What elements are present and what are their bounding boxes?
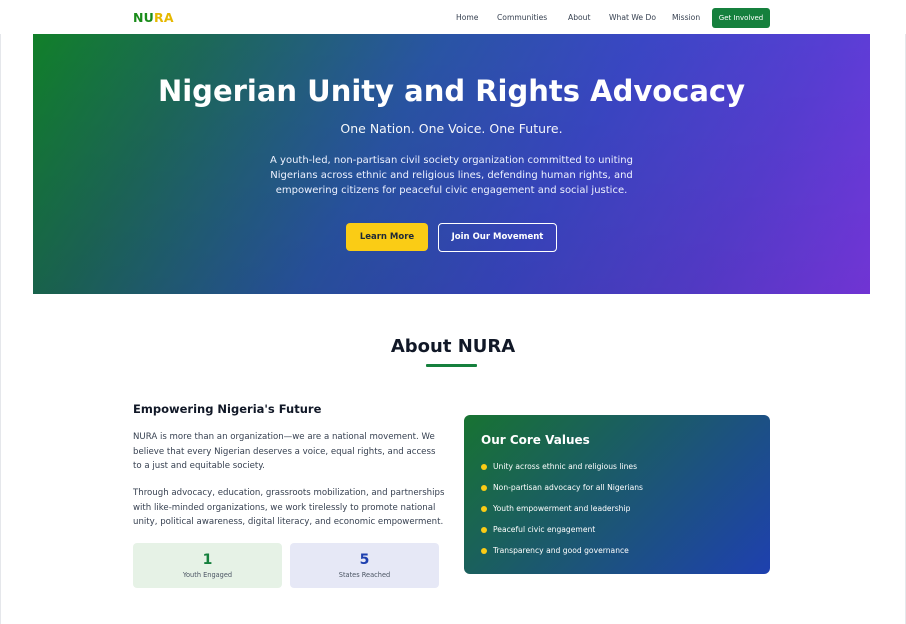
hero-description: A youth-led, non-partisan civil society …: [270, 155, 633, 196]
stat-value: 5: [359, 552, 370, 568]
core-values-card: Our Core Values Unity across ethnic and …: [464, 415, 770, 574]
core-value-item: Non-partisan advocacy for all Nigerians: [481, 483, 643, 504]
core-value-item: Unity across ethnic and religious lines: [481, 462, 643, 483]
about-subheading: Empowering Nigeria's Future: [133, 402, 322, 416]
core-value-text: Transparency and good governance: [493, 546, 629, 555]
about-title-underline: [426, 364, 477, 367]
core-value-text: Youth empowerment and leadership: [493, 504, 631, 513]
join-movement-button[interactable]: Join Our Movement: [438, 223, 557, 252]
logo-part-yellow: RA: [154, 10, 174, 25]
nav-what-we-do[interactable]: What We Do: [609, 13, 656, 22]
about-title: About NURA: [390, 336, 516, 357]
nav-about[interactable]: About: [568, 13, 590, 22]
core-value-text: Unity across ethnic and religious lines: [493, 462, 638, 471]
get-involved-button[interactable]: Get Involved: [712, 8, 770, 28]
bullet-dot-icon: [481, 548, 487, 554]
hero-title: Nigerian Unity and Rights Advocacy: [157, 74, 746, 108]
about-paragraph-1: NURA is more than an organization—we are…: [133, 432, 436, 472]
stat-label: States Reached: [338, 571, 391, 579]
core-value-text: Peaceful civic engagement: [493, 525, 596, 534]
hero-section: Nigerian Unity and Rights Advocacy One N…: [33, 34, 870, 294]
stat-value: 1: [202, 552, 213, 568]
core-values-list: Unity across ethnic and religious lines …: [481, 462, 643, 567]
core-value-text: Non-partisan advocacy for all Nigerians: [493, 483, 644, 492]
site-header: NURA Home Communities About What We Do M…: [0, 0, 906, 34]
core-values-title: Our Core Values: [481, 433, 590, 447]
nav-home[interactable]: Home: [456, 13, 478, 22]
stat-label: Youth Engaged: [182, 571, 233, 579]
stat-card-youth: 1 Youth Engaged: [133, 543, 282, 588]
nav-mission[interactable]: Mission: [672, 13, 700, 22]
bullet-dot-icon: [481, 527, 487, 533]
bullet-dot-icon: [481, 506, 487, 512]
about-paragraph-2: Through advocacy, education, grassroots …: [133, 488, 445, 528]
core-value-item: Transparency and good governance: [481, 546, 643, 567]
core-value-item: Youth empowerment and leadership: [481, 504, 643, 525]
bullet-dot-icon: [481, 485, 487, 491]
hero-subtitle: One Nation. One Voice. One Future.: [340, 121, 563, 136]
stat-card-states: 5 States Reached: [290, 543, 439, 588]
logo-part-green: NU: [133, 10, 155, 25]
learn-more-button[interactable]: Learn More: [346, 223, 428, 251]
site-logo[interactable]: NURA: [133, 10, 174, 25]
bullet-dot-icon: [481, 464, 487, 470]
core-value-item: Peaceful civic engagement: [481, 525, 643, 546]
nav-communities[interactable]: Communities: [497, 13, 547, 22]
